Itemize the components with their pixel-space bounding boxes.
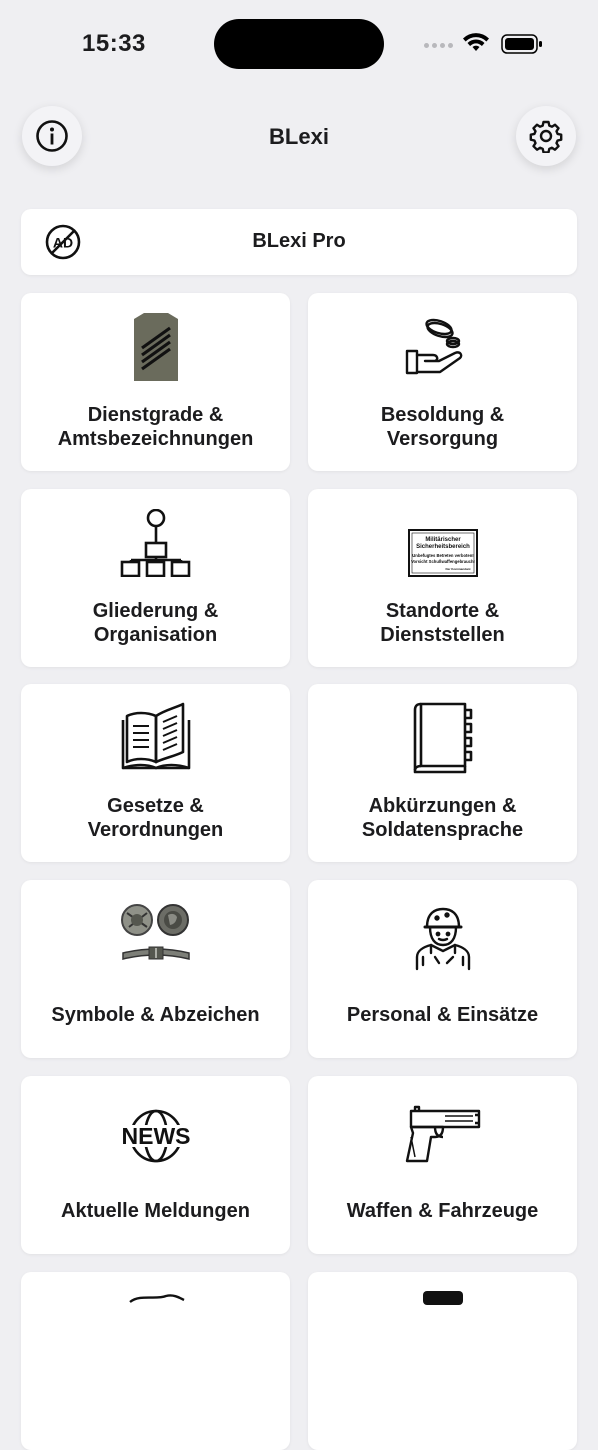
sign-text: Vorsicht Schußwaffengebrauch!	[411, 559, 475, 564]
tile-partial-left[interactable]	[21, 1272, 290, 1450]
gear-icon	[529, 120, 563, 153]
restricted-area-sign-icon: Militärischer Sicherheitsbereich Unbefug…	[407, 529, 478, 577]
blexi-pro-button[interactable]: AD BLexi Pro	[21, 209, 577, 275]
tile-label: Gesetze & Verordnungen	[87, 795, 224, 841]
hand-coins-icon	[405, 318, 462, 375]
tile-besoldung[interactable]: Besoldung & Versorgung	[308, 293, 577, 471]
tile-label: Personal & Einsätze	[346, 1004, 539, 1026]
blexi-pro-label: BLexi Pro	[252, 230, 346, 252]
battery-icon	[501, 34, 542, 54]
news-icon-text: NEWS	[121, 1123, 190, 1149]
tile-label: Symbole & Abzeichen	[51, 1004, 260, 1026]
tile-gesetze[interactable]: Gesetze & Verordnungen	[21, 684, 290, 862]
tile-meldungen[interactable]: NEWS Aktuelle Meldungen	[21, 1076, 290, 1254]
tile-label: Standorte & Dienststellen	[380, 600, 505, 646]
soldier-icon	[415, 907, 470, 971]
tile-label: Waffen & Fahrzeuge	[346, 1200, 539, 1222]
open-book-icon	[121, 702, 190, 770]
badges-icon	[120, 904, 190, 960]
navigation-bar: BLexi	[0, 104, 598, 168]
settings-button[interactable]	[516, 106, 576, 166]
partial-icon	[422, 1291, 463, 1305]
tile-symbole[interactable]: Symbole & Abzeichen	[21, 880, 290, 1058]
dynamic-island	[214, 19, 384, 69]
tile-partial-right[interactable]	[308, 1272, 577, 1450]
tile-waffen[interactable]: Waffen & Fahrzeuge	[308, 1076, 577, 1254]
sign-text: Militärischer	[425, 537, 461, 543]
tile-label: Besoldung & Versorgung	[380, 404, 505, 450]
news-globe-icon: NEWS	[117, 1109, 194, 1163]
wifi-icon	[463, 33, 489, 51]
sign-text: Unbefugtes Betreten verboten!	[412, 553, 473, 558]
status-time: 15:33	[82, 30, 146, 57]
sign-text: Der Kommandant	[445, 567, 470, 571]
tile-label: Abkürzungen & Soldatensprache	[361, 795, 524, 841]
address-book-icon	[413, 702, 472, 774]
tile-standorte[interactable]: Militärischer Sicherheitsbereich Unbefug…	[308, 489, 577, 667]
tile-label: Dienstgrade & Amtsbezeichnungen	[57, 404, 254, 450]
tile-gliederung[interactable]: Gliederung & Organisation	[21, 489, 290, 667]
tile-label: Aktuelle Meldungen	[61, 1200, 250, 1222]
tile-personal[interactable]: Personal & Einsätze	[308, 880, 577, 1058]
tile-label: Gliederung & Organisation	[92, 600, 219, 646]
pistol-icon	[405, 1105, 480, 1163]
rank-insignia-icon	[133, 313, 178, 381]
tile-dienstgrade[interactable]: Dienstgrade & Amtsbezeichnungen	[21, 293, 290, 471]
tile-abkuerzungen[interactable]: Abkürzungen & Soldatensprache	[308, 684, 577, 862]
org-chart-icon	[120, 509, 190, 577]
status-bar: 15:33	[0, 0, 598, 90]
page-title: BLexi	[269, 124, 329, 149]
cellular-signal-icon	[424, 43, 453, 48]
sign-text: Sicherheitsbereich	[416, 544, 470, 550]
partial-icon	[128, 1294, 185, 1304]
